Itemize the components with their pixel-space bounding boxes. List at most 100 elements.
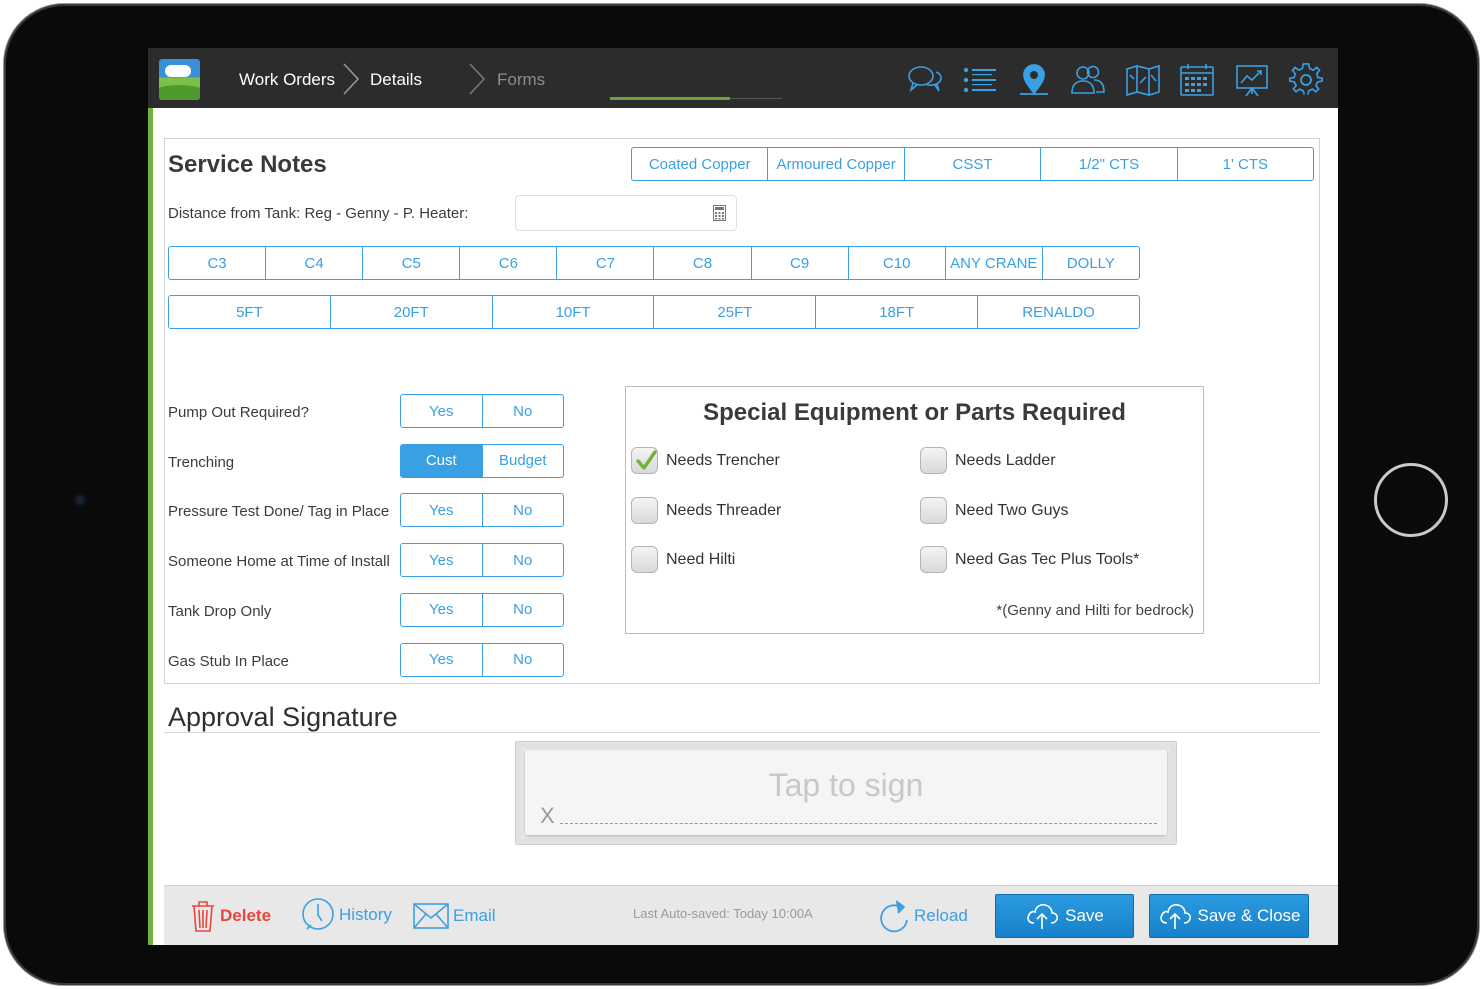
side-accent-bar: [148, 108, 153, 945]
question-option-cust[interactable]: Cust: [401, 444, 483, 477]
section-title-signature: Approval Signature: [168, 702, 398, 732]
history-label: History: [339, 905, 392, 924]
active-tab-indicator: [610, 97, 730, 100]
history-button[interactable]: History: [301, 897, 392, 933]
map-icon[interactable]: [1125, 63, 1161, 97]
chevron-right-icon: [469, 63, 486, 95]
users-icon[interactable]: [1070, 63, 1106, 97]
clock-icon: [302, 898, 334, 930]
save-button[interactable]: Save: [995, 894, 1134, 938]
equipment-checkbox[interactable]: [631, 546, 658, 573]
equipment-label: Needs Ladder: [955, 452, 1056, 469]
code-option[interactable]: C5: [363, 247, 461, 279]
question-option-yes[interactable]: Yes: [401, 593, 483, 626]
signature-hint: Tap to sign: [768, 767, 924, 803]
equipment-label: Need Two Guys: [955, 501, 1069, 519]
question-label: Gas Stub In Place: [168, 652, 289, 670]
distance-label: Distance from Tank: Reg - Genny - P. Hea…: [168, 205, 469, 222]
crumb-forms[interactable]: Forms: [497, 70, 545, 90]
reload-button[interactable]: Reload: [878, 898, 968, 934]
delete-button[interactable]: Delete: [190, 899, 271, 933]
pipe-type-option[interactable]: 1/2" CTS: [1041, 148, 1178, 180]
equipment-label: Need Gas Tec Plus Tools*: [955, 551, 1140, 568]
code-option[interactable]: C8: [654, 247, 752, 279]
question-label: Pressure Test Done/ Tag in Place: [168, 503, 390, 521]
length-code-option[interactable]: RENALDO: [978, 296, 1139, 328]
question-option-no[interactable]: No: [483, 594, 564, 626]
pipe-type-option[interactable]: CSST: [905, 148, 1042, 180]
crumb-details[interactable]: Details: [370, 70, 422, 90]
save-close-button[interactable]: Save & Close: [1149, 894, 1309, 938]
reload-icon: [880, 900, 908, 933]
code-option[interactable]: C9: [752, 247, 849, 279]
email-button[interactable]: Email: [413, 903, 496, 929]
length-code-option[interactable]: 5FT: [169, 296, 331, 328]
equipment-footnote: *(Genny and Hilti for bedrock): [996, 602, 1194, 619]
pipe-type-option[interactable]: Coated Copper: [632, 148, 769, 180]
chart-icon[interactable]: [1234, 63, 1270, 97]
equipment-label: Needs Threader: [666, 501, 782, 519]
question-option-yes[interactable]: Yes: [401, 544, 483, 577]
question-toggle: Yes No: [400, 493, 564, 528]
question-label: Someone Home at Time of Install: [168, 553, 390, 571]
app-screen: Work Orders Details Forms Service Notes …: [148, 48, 1338, 945]
delete-label: Delete: [220, 906, 272, 925]
pipe-type-option[interactable]: Armoured Copper: [768, 148, 905, 180]
cloud-upload-icon: [1027, 903, 1059, 929]
calculator-icon[interactable]: [713, 205, 726, 221]
distance-input[interactable]: [515, 195, 737, 231]
length-code-option[interactable]: 20FT: [331, 296, 493, 328]
code-option[interactable]: C10: [849, 247, 946, 279]
gear-icon[interactable]: [1288, 63, 1324, 97]
equipment-title: Special Equipment or Parts Required: [703, 399, 1126, 426]
equipment-checkbox[interactable]: [920, 447, 947, 474]
pipe-type-selector: Coated Copper Armoured Copper CSST 1/2" CTS…: [631, 147, 1314, 181]
question-toggle: Yes No: [400, 394, 564, 428]
home-button[interactable]: [1374, 463, 1448, 537]
length-code-option[interactable]: 18FT: [816, 296, 979, 328]
question-option-no[interactable]: No: [483, 644, 564, 676]
equipment-label: Need Hilti: [666, 551, 736, 568]
code-option[interactable]: C7: [557, 247, 655, 279]
code-option[interactable]: DOLLY: [1043, 247, 1139, 279]
special-equipment-box: Special Equipment or Parts Required Need…: [625, 386, 1204, 634]
chat-icon[interactable]: [907, 63, 943, 97]
reload-label: Reload: [914, 906, 968, 925]
signature-area[interactable]: Tap to sign X: [525, 750, 1167, 835]
crumb-work-orders[interactable]: Work Orders: [239, 70, 335, 90]
equipment-checkbox[interactable]: [631, 496, 658, 524]
question-option-no[interactable]: No: [483, 544, 564, 576]
equipment-checkbox[interactable]: [631, 447, 658, 474]
code-option[interactable]: C4: [266, 247, 364, 279]
pipe-type-option[interactable]: 1' CTS: [1178, 148, 1313, 180]
code-selector-row2: 5FT 20FT 10FT 25FT 18FT RENALDO: [168, 295, 1140, 329]
calendar-icon[interactable]: [1179, 63, 1215, 97]
map-pin-icon[interactable]: [1016, 63, 1052, 97]
equipment-checkbox[interactable]: [920, 546, 947, 573]
signature-divider: [164, 732, 1320, 733]
question-option-budget[interactable]: Budget: [483, 445, 564, 477]
code-option[interactable]: C6: [460, 247, 558, 279]
signature-pad[interactable]: Tap to sign X: [515, 741, 1177, 845]
save-label: Save: [1065, 906, 1104, 925]
section-title-service-notes: Service Notes: [168, 151, 327, 178]
equipment-label: Needs Trencher: [666, 452, 780, 469]
question-toggle: Yes No: [400, 642, 564, 677]
question-option-no[interactable]: No: [483, 395, 564, 427]
question-label: Trenching: [168, 453, 235, 471]
save-close-label: Save & Close: [1197, 906, 1301, 925]
question-option-yes[interactable]: Yes: [401, 395, 483, 427]
question-toggle: Yes No: [400, 543, 564, 578]
code-option[interactable]: C3: [169, 247, 267, 279]
question-option-yes[interactable]: Yes: [401, 643, 483, 676]
question-option-no[interactable]: No: [483, 494, 564, 526]
code-option[interactable]: ANY CRANE: [946, 247, 1043, 279]
question-option-yes[interactable]: Yes: [401, 494, 483, 527]
list-icon[interactable]: [962, 63, 998, 97]
length-code-option[interactable]: 25FT: [654, 296, 817, 328]
code-selector-row1: C3 C4 C5 C6 C7 C8 C9 C10 ANY CRANE DOLLY: [168, 246, 1140, 280]
app-logo-icon[interactable]: [159, 59, 200, 100]
length-code-option[interactable]: 10FT: [493, 296, 655, 328]
bottom-action-bar: Delete History Email Last Auto-saved: To…: [164, 885, 1338, 945]
equipment-checkbox[interactable]: [920, 496, 947, 524]
